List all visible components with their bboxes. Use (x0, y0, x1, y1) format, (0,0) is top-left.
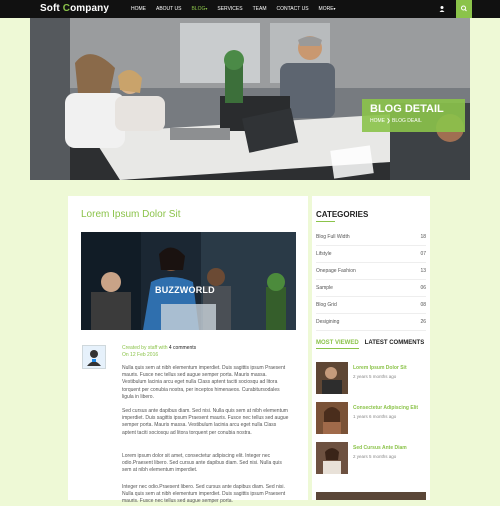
recent-post-date: 2 years 5 months ago (353, 454, 397, 459)
brand-logo[interactable]: Soft Company (40, 3, 109, 14)
category-item[interactable]: Blog Full Width 18 (316, 229, 426, 246)
author-byline: Created by staff with 4 comments (122, 345, 196, 351)
category-item[interactable]: Lifstyle 07 (316, 246, 426, 263)
author-avatar (82, 345, 106, 369)
sidebar-tabs: MOST VIEWED LATEST COMMENTS (316, 340, 424, 349)
post-featured-image: BUZZWORLD (81, 232, 296, 330)
recent-post-date: 1 years 6 months ago (353, 414, 397, 419)
nav-item-more[interactable]: MORE▾ (314, 0, 341, 18)
search-button[interactable] (456, 0, 472, 18)
chevron-down-icon: ▾ (333, 6, 336, 11)
comments-count[interactable]: 4 comments (169, 345, 196, 351)
author-avatar-icon (87, 350, 101, 366)
list-item[interactable]: Lorem Ipsum Dolor Sit 2 years 5 months a… (316, 362, 426, 402)
categories-heading: CATEGORIES (316, 210, 369, 219)
post-paragraph: Lorem ipsum dolor sit amet, consectetur … (122, 453, 282, 474)
chevron-down-icon: ▾ (205, 6, 208, 11)
recent-post-title[interactable]: Sed Cursus Ante Diam (353, 445, 407, 451)
post-paragraph: Sed cursus ante dapibus diam. Sed nisi. … (122, 408, 289, 436)
nav-item-home[interactable]: HOME (126, 0, 151, 18)
nav-item-team[interactable]: TEAM (248, 0, 272, 18)
list-item[interactable]: Consectetur Adipiscing Elit 1 years 6 mo… (316, 402, 426, 442)
nav-item-about-us[interactable]: ABOUT US (151, 0, 186, 18)
post-thumbnail (316, 442, 348, 474)
heading-underline (316, 221, 335, 222)
blog-sidebar: CATEGORIES Blog Full Width 18 Lifstyle 07 … (312, 196, 430, 500)
recent-post-date: 2 years 5 months ago (353, 374, 397, 379)
breadcrumb-current: BLOG DEAIL (391, 118, 422, 124)
post-image-caption: BUZZWORLD (155, 285, 215, 295)
user-account-button[interactable] (432, 0, 452, 18)
list-item[interactable]: Sed Cursus Ante Diam 2 years 5 months ag… (316, 442, 426, 482)
post-date: On 12 Feb 2016 (122, 352, 159, 358)
top-navbar: Soft Company HOME ABOUT US BLOG▾ SERVICE… (0, 0, 500, 18)
nav-item-blog[interactable]: BLOG▾ (186, 0, 212, 18)
breadcrumb: HOME ❯ BLOG DEAIL (370, 118, 457, 124)
search-icon (461, 5, 467, 12)
page-header-overlay: BLOG DETAIL HOME ❯ BLOG DEAIL (362, 99, 465, 132)
category-item[interactable]: Desigining 26 (316, 314, 426, 331)
post-paragraph: Nulla quis sem at nibh elementum imperdi… (122, 365, 286, 400)
tab-latest-comments[interactable]: LATEST COMMENTS (365, 340, 425, 349)
post-image-photo (81, 232, 296, 330)
category-item[interactable]: Blog Grid 08 (316, 297, 426, 314)
post-thumbnail (316, 402, 348, 434)
blog-post-article: Lorem Ipsum Dolor Sit BUZZWORLD Created … (68, 196, 308, 504)
page-title: BLOG DETAIL (370, 103, 444, 115)
tab-most-viewed[interactable]: MOST VIEWED (316, 340, 359, 349)
breadcrumb-separator-icon: ❯ (386, 118, 391, 124)
recent-post-title[interactable]: Lorem Ipsum Dolor Sit (353, 365, 407, 371)
hero-banner: BLOG DETAIL HOME ❯ BLOG DEAIL (30, 18, 470, 180)
post-thumbnail (316, 362, 348, 394)
category-item[interactable]: Sample 06 (316, 280, 426, 297)
categories-list: Blog Full Width 18 Lifstyle 07 Onepage Fas… (316, 229, 426, 331)
breadcrumb-home-link[interactable]: HOME (370, 118, 385, 124)
main-menu: HOME ABOUT US BLOG▾ SERVICES TEAM CONTAC… (126, 0, 341, 18)
category-item[interactable]: Onepage Fashion 13 (316, 263, 426, 280)
post-thumbnail (316, 492, 426, 500)
nav-item-contact-us[interactable]: CONTACT US (271, 0, 313, 18)
post-paragraph: Integer nec odio.Praesent libero. Sed cu… (122, 484, 286, 505)
user-icon (439, 6, 445, 12)
nav-item-services[interactable]: SERVICES (212, 0, 247, 18)
recent-post-title[interactable]: Consectetur Adipiscing Elit (353, 405, 418, 411)
post-title[interactable]: Lorem Ipsum Dolor Sit (81, 209, 180, 220)
author-prefix: Created by staff with (122, 345, 168, 351)
most-viewed-list: Lorem Ipsum Dolor Sit 2 years 5 months a… (316, 362, 426, 482)
